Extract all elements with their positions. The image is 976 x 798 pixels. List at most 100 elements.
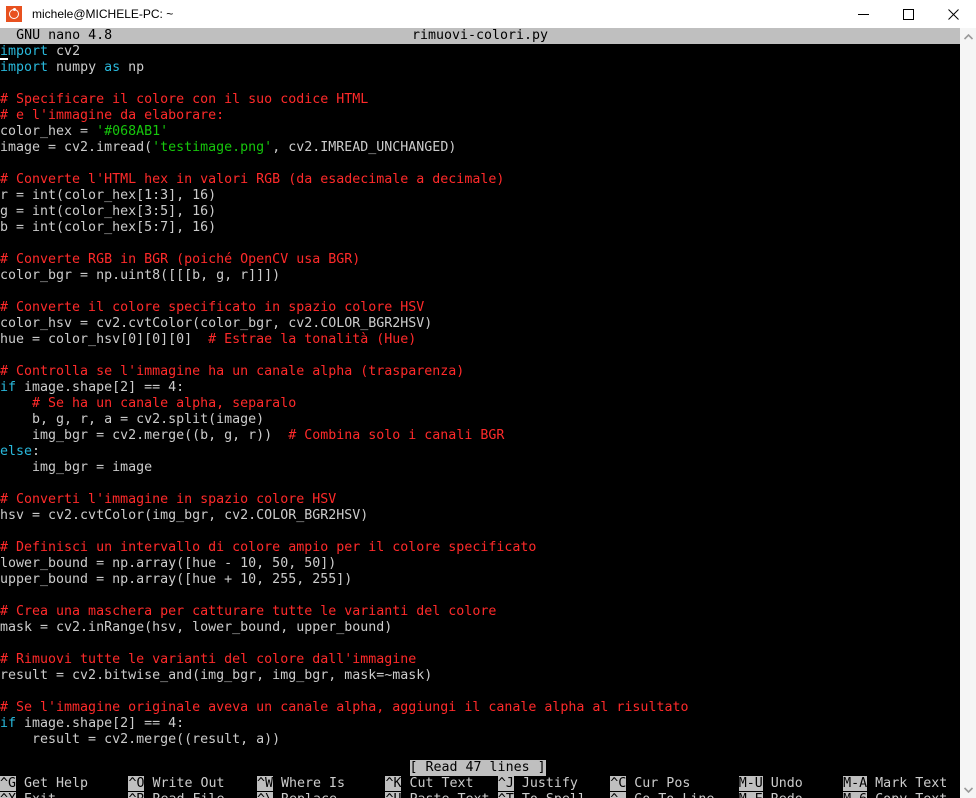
shortcut-item[interactable]: ^R Read File bbox=[128, 792, 225, 798]
maximize-button[interactable] bbox=[886, 0, 931, 28]
code-token: # Estrae la tonalità (Hue) bbox=[208, 332, 417, 347]
code-line: image = cv2.imread('testimage.png', cv2.… bbox=[0, 140, 960, 156]
shortcut-key: ^X bbox=[0, 792, 17, 798]
code-line: # Crea una maschera per catturare tutte … bbox=[0, 604, 960, 620]
code-line: mask = cv2.inRange(hsv, lower_bound, upp… bbox=[0, 620, 960, 636]
chevron-up-icon[interactable] bbox=[960, 28, 976, 45]
shortcut-item[interactable]: M-A Mark Text bbox=[843, 776, 947, 792]
code-token: if bbox=[0, 380, 17, 395]
code-token: r = int(color_hex[1:3], 16) bbox=[0, 188, 217, 203]
shortcut-item[interactable]: M-E Redo bbox=[738, 792, 803, 798]
code-token: '#068AB1' bbox=[96, 124, 169, 139]
shortcut-item[interactable]: ^O Write Out bbox=[128, 776, 225, 792]
window-scrollbar[interactable] bbox=[960, 28, 976, 798]
code-editor-area[interactable]: import cv2 import numpy as np # Specifica… bbox=[0, 44, 960, 760]
shortcut-item[interactable]: M-U Undo bbox=[738, 776, 803, 792]
code-token: else bbox=[0, 444, 33, 459]
shortcut-label: Justify bbox=[513, 776, 578, 791]
terminal-body[interactable]: GNU nano 4.8 rimuovi-colori.py import cv… bbox=[0, 28, 960, 798]
shortcut-key: ^W bbox=[256, 776, 273, 791]
code-line: # Specificare il colore con il suo codic… bbox=[0, 92, 960, 108]
nano-header-bar: GNU nano 4.8 rimuovi-colori.py bbox=[0, 28, 960, 44]
shortcut-item[interactable]: ^\ Replace bbox=[256, 792, 337, 798]
code-token: # Combina solo i canali BGR bbox=[288, 428, 505, 443]
shortcut-label: Write Out bbox=[144, 776, 225, 791]
minimize-button[interactable] bbox=[841, 0, 886, 28]
code-token: # Specificare il colore con il suo codic… bbox=[0, 92, 369, 107]
shortcut-label: Cur Pos bbox=[626, 776, 691, 791]
code-line: if image.shape[2] == 4: bbox=[0, 716, 960, 732]
shortcut-key: ^R bbox=[128, 792, 145, 798]
shortcut-item[interactable]: ^J Justify bbox=[497, 776, 578, 792]
status-message: [ Read 47 lines ] bbox=[409, 760, 546, 776]
code-line: g = int(color_hex[3:5], 16) bbox=[0, 204, 960, 220]
shortcut-item[interactable]: ^C Cur Pos bbox=[610, 776, 690, 792]
code-line: result = cv2.merge((result, a)) bbox=[0, 732, 960, 748]
code-line: # Converte RGB in BGR (poiché OpenCV usa… bbox=[0, 252, 960, 268]
code-token: # Controlla se l'immagine ha un canale a… bbox=[0, 364, 465, 379]
code-token: # e l'immagine da elaborare: bbox=[0, 108, 225, 123]
code-token: img_bgr = cv2.merge((b, g, r)) bbox=[0, 428, 289, 443]
code-line: # Converte il colore specificato in spaz… bbox=[0, 300, 960, 316]
chevron-down-icon[interactable] bbox=[960, 781, 976, 798]
shortcut-item[interactable]: ^U Paste Text bbox=[385, 792, 490, 798]
code-token: # Converte RGB in BGR (poiché OpenCV usa… bbox=[0, 252, 361, 267]
code-token: np bbox=[120, 60, 145, 75]
code-token: # Converti l'immagine in spazio colore H… bbox=[0, 492, 337, 507]
code-token: # Converte il colore specificato in spaz… bbox=[0, 300, 425, 315]
shortcut-item[interactable]: M-6 Copy Text bbox=[843, 792, 947, 798]
shortcut-key: ^K bbox=[385, 776, 402, 791]
code-token: hue = color_hsv[0][0][0] bbox=[0, 332, 209, 347]
code-line: lower_bound = np.array([hue - 10, 50, 50… bbox=[0, 556, 960, 572]
shortcut-label: Copy Text bbox=[867, 792, 947, 798]
code-token: g = int(color_hex[3:5], 16) bbox=[0, 204, 217, 219]
code-line: b = int(color_hex[5:7], 16) bbox=[0, 220, 960, 236]
code-token: mask = cv2.inRange(hsv, lower_bound, upp… bbox=[0, 620, 393, 635]
shortcut-key: M-E bbox=[738, 792, 763, 798]
code-token: if bbox=[0, 716, 17, 731]
code-line: # Se l'immagine originale aveva un canal… bbox=[0, 700, 960, 716]
code-token: result = cv2.bitwise_and(img_bgr, img_bg… bbox=[0, 668, 433, 683]
shortcut-item[interactable]: ^_ Go To Line bbox=[610, 792, 714, 798]
code-line: hue = color_hsv[0][0][0] # Estrae la ton… bbox=[0, 332, 960, 348]
shortcut-item[interactable]: ^K Cut Text bbox=[385, 776, 474, 792]
shortcut-key: ^\ bbox=[256, 792, 273, 798]
shortcut-label: Where Is bbox=[272, 776, 346, 791]
window-controls bbox=[841, 0, 976, 28]
code-token: numpy bbox=[48, 60, 105, 75]
shortcut-item[interactable]: ^G Get Help bbox=[0, 776, 88, 792]
code-token: cv2 bbox=[48, 44, 81, 59]
code-line: # Rimuovi tutte le varianti del colore d… bbox=[0, 652, 960, 668]
code-line: # Definisci un intervallo di colore ampi… bbox=[0, 540, 960, 556]
shortcut-key: M-A bbox=[843, 776, 868, 791]
code-token: image.shape[2] == 4: bbox=[16, 716, 185, 731]
shortcut-label: Read File bbox=[144, 792, 224, 798]
terminal-window: michele@MICHELE-PC: ~ GNU nano 4.8 rimuo… bbox=[0, 0, 976, 798]
code-token: result = cv2.merge((result, a)) bbox=[0, 732, 281, 747]
shortcut-key: ^G bbox=[0, 776, 17, 791]
code-token: image = cv2.imread( bbox=[0, 140, 153, 155]
close-button[interactable] bbox=[931, 0, 976, 28]
code-line: color_hex = '#068AB1' bbox=[0, 124, 960, 140]
code-token: # Se l'immagine originale aveva un canal… bbox=[0, 700, 689, 715]
shortcut-item[interactable]: ^T To Spell bbox=[497, 792, 586, 798]
code-token: color_hex = bbox=[0, 124, 97, 139]
code-token: hsv = cv2.cvtColor(img_bgr, cv2.COLOR_BG… bbox=[0, 508, 369, 523]
code-line: # e l'immagine da elaborare: bbox=[0, 108, 960, 124]
code-line: # Converti l'immagine in spazio colore H… bbox=[0, 492, 960, 508]
shortcut-item[interactable]: ^X Exit bbox=[0, 792, 56, 798]
shortcut-label: Cut Text bbox=[401, 776, 474, 791]
code-token: # Definisci un intervallo di colore ampi… bbox=[0, 540, 537, 555]
code-token: # Rimuovi tutte le varianti del colore d… bbox=[0, 652, 417, 667]
nano-status-row: [ Read 47 lines ] bbox=[0, 760, 960, 776]
code-token: import bbox=[0, 60, 49, 75]
code-line: upper_bound = np.array([hue + 10, 255, 2… bbox=[0, 572, 960, 588]
code-line: # Se ha un canale alpha, separalo bbox=[0, 396, 960, 412]
window-titlebar: michele@MICHELE-PC: ~ bbox=[0, 0, 976, 28]
shortcut-item[interactable]: ^W Where Is bbox=[256, 776, 346, 792]
nano-shortcut-bar: ^G Get Help ^O Write Out ^W Where Is ^K Cut… bbox=[0, 776, 960, 798]
